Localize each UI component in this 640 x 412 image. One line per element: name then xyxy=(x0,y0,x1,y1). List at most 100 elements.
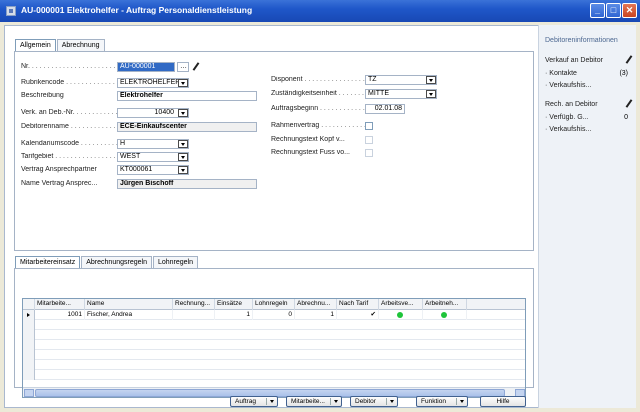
hilfe-button[interactable]: Hilfe xyxy=(480,396,526,407)
disponent-value: TZ xyxy=(368,76,377,83)
rubrikencode-field[interactable]: ELEKTROHELFER xyxy=(117,78,189,88)
col-einsaetze[interactable]: Einsätze xyxy=(215,299,253,310)
cell-abrechnung[interactable]: 1 xyxy=(295,310,337,320)
empty-row[interactable] xyxy=(23,360,525,370)
empty-row[interactable] xyxy=(23,340,525,350)
cell-lohnregeln[interactable]: 0 xyxy=(253,310,295,320)
tarifgebiet-field[interactable]: WEST xyxy=(117,152,189,162)
rechnungstext-fuss-label: Rechnungstext Fuss vo... xyxy=(271,149,350,156)
empty-row[interactable] xyxy=(23,350,525,360)
col-arbeitsvertrag[interactable]: Arbeitsve... xyxy=(379,299,423,310)
empty-row[interactable] xyxy=(23,320,525,330)
vertrag-ansprechpartner-dropdown-icon[interactable] xyxy=(178,166,188,174)
beschreibung-field[interactable]: Elektrohelfer xyxy=(117,91,257,101)
mitarbeiter-grid: Mitarbeite... Name Rechnung... Einsätze … xyxy=(22,298,526,398)
rech-an-debitor-heading: Rech. an Debitor xyxy=(545,101,598,108)
nr-field[interactable]: AU-000001 xyxy=(117,62,175,72)
button-separator xyxy=(456,398,457,405)
status-green-icon xyxy=(397,312,403,318)
col-arbeitnehmer[interactable]: Arbeitneh... xyxy=(423,299,467,310)
vertrag-ansprechpartner-label: Vertrag Ansprechpartner xyxy=(21,166,97,173)
verkaufshistorie-link-1[interactable]: · Verkaufshis... xyxy=(545,82,591,89)
rech-edit-icon[interactable] xyxy=(625,99,635,109)
verkaufshistorie-link-2[interactable]: · Verkaufshis... xyxy=(545,126,591,133)
funktion-button[interactable]: Funktion xyxy=(416,396,468,407)
side-panel-header: Debitoreninformationen xyxy=(545,37,618,44)
disponent-field[interactable]: TZ xyxy=(365,75,437,85)
tarifgebiet-label: Tarifgebiet xyxy=(21,153,117,160)
row-selector[interactable] xyxy=(23,310,35,320)
cell-rechnung[interactable] xyxy=(173,310,215,320)
zustaendigkeitseinheit-label: Zuständigkeitseinheit xyxy=(271,90,365,97)
debitorenname-field: ECE-Einkaufscenter xyxy=(117,122,257,132)
debitor-button-label: Debitor xyxy=(355,398,376,405)
cell-arbeitnehmer[interactable] xyxy=(423,310,467,320)
kalendariumscode-dropdown-icon[interactable] xyxy=(178,140,188,148)
disponent-label: Disponent xyxy=(271,76,365,83)
nr-edit-icon[interactable] xyxy=(192,62,202,72)
cell-nach-tarif[interactable]: ✔ xyxy=(337,310,379,320)
kalendariumscode-label: Kalendariumscode xyxy=(21,140,117,147)
vertrag-ansprechpartner-value: KT000061 xyxy=(120,166,153,173)
button-separator xyxy=(330,398,331,405)
disponent-dropdown-icon[interactable] xyxy=(426,76,436,84)
rubrikencode-dropdown-icon[interactable] xyxy=(178,79,188,87)
cell-name[interactable]: Fischer, Andrea xyxy=(85,310,173,320)
verfuegbar-link[interactable]: · Verfügb. G... xyxy=(545,114,589,121)
zustaendigkeitseinheit-dropdown-icon[interactable] xyxy=(426,90,436,98)
col-rechnung[interactable]: Rechnung... xyxy=(173,299,215,310)
debitor-button[interactable]: Debitor xyxy=(350,396,398,407)
side-panel: Debitoreninformationen Verkauf an Debito… xyxy=(538,25,636,408)
verkauf-edit-icon[interactable] xyxy=(625,55,635,65)
kontakte-label: Kontakte xyxy=(549,70,577,77)
row-selector[interactable] xyxy=(23,340,35,350)
auftrag-button[interactable]: Auftrag xyxy=(230,396,278,407)
scroll-left-icon[interactable] xyxy=(24,389,34,397)
table-row[interactable]: 1001 Fischer, Andrea 1 0 1 ✔ xyxy=(23,310,525,320)
col-nach-tarif[interactable]: Nach Tarif xyxy=(337,299,379,310)
maximize-button[interactable]: □ xyxy=(606,3,621,18)
vertrag-ansprechpartner-field[interactable]: KT000061 xyxy=(117,165,189,175)
button-separator xyxy=(386,398,387,405)
cell-einsaetze[interactable]: 1 xyxy=(215,310,253,320)
col-mitarbeiter[interactable]: Mitarbeite... xyxy=(35,299,85,310)
col-name[interactable]: Name xyxy=(85,299,173,310)
row-selector[interactable] xyxy=(23,350,35,360)
verfuegbar-value: 0 xyxy=(624,114,628,121)
debitorenname-label: Debitorenname xyxy=(21,123,117,130)
row-selector[interactable] xyxy=(23,320,35,330)
col-lohnregeln[interactable]: Lohnregeln xyxy=(253,299,295,310)
minimize-button[interactable]: _ xyxy=(590,3,605,18)
tab-lohnregeln[interactable]: Lohnregeln xyxy=(152,256,198,268)
tab-abrechnung[interactable]: Abrechnung xyxy=(56,39,105,51)
row-selector[interactable] xyxy=(23,370,35,380)
verk-an-deb-dropdown-icon[interactable] xyxy=(178,109,188,117)
top-tabs: Allgemein Abrechnung xyxy=(15,39,106,52)
verkauf-an-debitor-heading: Verkauf an Debitor xyxy=(545,57,603,64)
mitarbeiter-button[interactable]: Mitarbeite... xyxy=(286,396,342,407)
empty-row[interactable] xyxy=(23,370,525,380)
kontakte-link[interactable]: · Kontakte xyxy=(545,70,577,77)
col-abrechnung[interactable]: Abrechnu... xyxy=(295,299,337,310)
app-icon xyxy=(6,6,16,16)
rechnungstext-fuss-checkbox[interactable] xyxy=(365,149,373,157)
chevron-down-icon xyxy=(460,400,464,403)
verk-an-deb-field[interactable]: 10400 xyxy=(117,108,189,118)
auftragsbeginn-label: Auftragsbeginn xyxy=(271,105,365,112)
row-selector[interactable] xyxy=(23,330,35,340)
nr-assist-button[interactable]: … xyxy=(177,62,189,72)
zustaendigkeitseinheit-field[interactable]: MITTE xyxy=(365,89,437,99)
cell-mitarbeiter[interactable]: 1001 xyxy=(35,310,85,320)
hilfe-button-label: Hilfe xyxy=(496,398,510,405)
rahmenvertrag-checkbox[interactable] xyxy=(365,122,373,130)
empty-row[interactable] xyxy=(23,330,525,340)
close-button[interactable]: ✕ xyxy=(622,3,637,18)
kalendariumscode-field[interactable]: H xyxy=(117,139,189,149)
tab-abrechnungsregeln[interactable]: Abrechnungsregeln xyxy=(81,256,152,268)
tarifgebiet-dropdown-icon[interactable] xyxy=(178,153,188,161)
button-separator xyxy=(266,398,267,405)
auftragsbeginn-field[interactable]: 02.01.08 xyxy=(365,104,405,114)
row-selector[interactable] xyxy=(23,360,35,370)
rechnungstext-kopf-checkbox[interactable] xyxy=(365,136,373,144)
cell-arbeitsvertrag[interactable] xyxy=(379,310,423,320)
